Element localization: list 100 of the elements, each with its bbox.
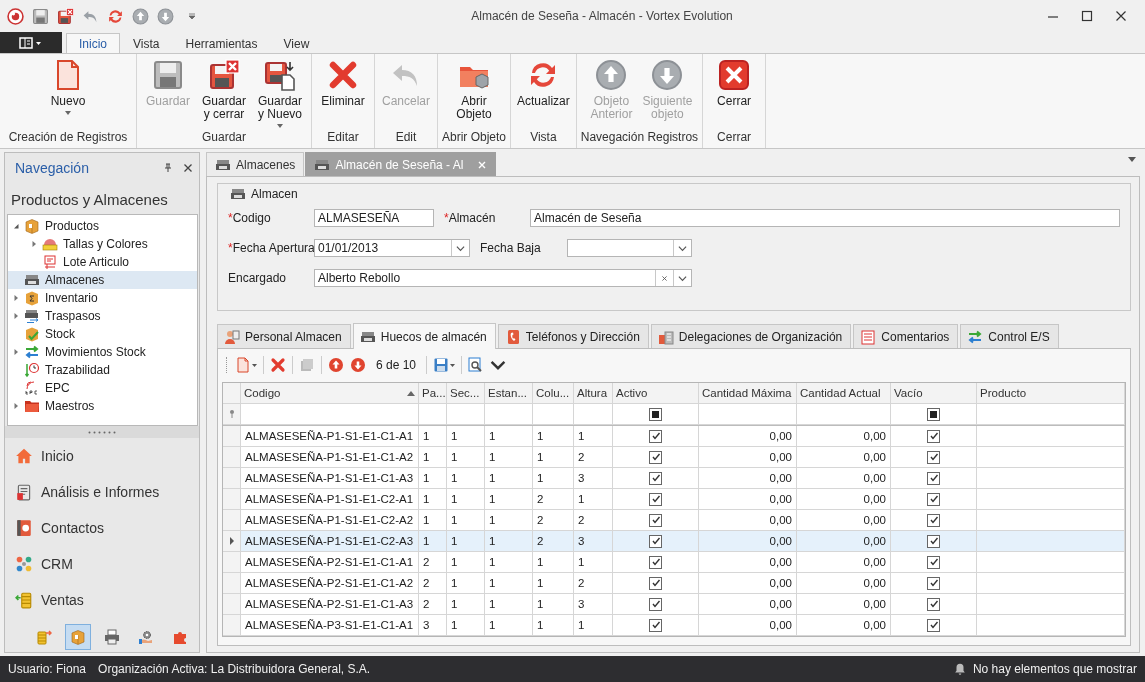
checkbox[interactable]: [649, 534, 662, 548]
checkbox[interactable]: [649, 555, 662, 569]
column-header[interactable]: Cantidad Máxima: [699, 383, 797, 404]
table-row[interactable]: ALMASESEÑA-P2-S1-E1-C1-A1 2 1 1 1 1 0,00 0,00: [223, 552, 1125, 573]
tree-item[interactable]: Traspasos: [8, 307, 197, 325]
column-header[interactable]: Cantidad Actual: [797, 383, 891, 404]
checkbox[interactable]: [649, 429, 662, 443]
checkbox[interactable]: [927, 471, 940, 485]
tree-item[interactable]: Stock: [8, 325, 197, 343]
column-header[interactable]: Estan...: [485, 383, 533, 404]
document-tab[interactable]: Almacenes: [206, 152, 305, 176]
filter-checkbox[interactable]: [927, 407, 940, 421]
module-button[interactable]: Inicio: [5, 438, 199, 474]
detail-tab[interactable]: Comentarios: [853, 324, 959, 348]
checkbox[interactable]: [649, 492, 662, 506]
tree-item[interactable]: Productos: [8, 217, 197, 235]
tree-item[interactable]: Tallas y Colores: [8, 235, 197, 253]
ribbon-button[interactable]: Abrir Objeto: [447, 54, 501, 130]
ribbon-button[interactable]: Cerrar: [707, 54, 762, 130]
filter-checkbox[interactable]: [649, 407, 662, 421]
refresh-icon[interactable]: [107, 7, 124, 25]
detail-tab[interactable]: Control E/S: [960, 324, 1059, 348]
filter-cell[interactable]: [699, 404, 797, 425]
column-header[interactable]: Vacío: [891, 383, 977, 404]
lookup-field[interactable]: Alberto Rebollo: [314, 269, 692, 287]
delete-icon[interactable]: [270, 357, 286, 373]
filter-cell[interactable]: [613, 404, 699, 425]
tree-item[interactable]: EPC: [8, 379, 197, 397]
ribbon-tab[interactable]: Herramientas: [172, 33, 271, 53]
column-header[interactable]: Sec...: [447, 383, 485, 404]
filter-cell[interactable]: [797, 404, 891, 425]
ribbon-tab[interactable]: Vista: [120, 33, 173, 53]
detail-tab[interactable]: Personal Almacen: [217, 324, 351, 348]
column-header[interactable]: Pa...: [419, 383, 447, 404]
checkbox[interactable]: [649, 471, 662, 485]
table-row[interactable]: ALMASESEÑA-P1-S1-E1-C2-A1 1 1 1 2 1 0,00 0,00: [223, 489, 1125, 510]
customize-caret-icon[interactable]: [188, 12, 196, 20]
text-field[interactable]: Almacén de Seseña: [530, 209, 1120, 227]
maximize-icon[interactable]: [1081, 10, 1093, 22]
table-row[interactable]: ALMASESEÑA-P1-S1-E1-C1-A3 1 1 1 1 3 0,00 0,00: [223, 468, 1125, 489]
expander-arrow-icon[interactable]: [12, 402, 20, 410]
bell-icon[interactable]: [952, 662, 967, 676]
checkbox[interactable]: [927, 597, 940, 611]
detail-tab[interactable]: Delegaciones de Organización: [650, 324, 852, 348]
checkbox[interactable]: [649, 597, 662, 611]
ribbon-tab[interactable]: View: [270, 33, 323, 53]
pin-icon[interactable]: [163, 163, 173, 173]
table-row[interactable]: ALMASESEÑA-P2-S1-E1-C1-A2 2 1 1 1 2 0,00 0,00: [223, 573, 1125, 594]
ribbon-button[interactable]: Guardar y cerrar: [197, 54, 251, 130]
table-row[interactable]: ALMASESEÑA-P1-S1-E1-C1-A1 1 1 1 1 1 0,00 0,00: [223, 426, 1125, 447]
ribbon-button[interactable]: Actualizar: [515, 54, 572, 130]
module-button[interactable]: Contactos: [5, 510, 199, 546]
tab-list-caret-icon[interactable]: [1128, 157, 1136, 162]
checkbox[interactable]: [927, 513, 940, 527]
table-row[interactable]: ALMASESEÑA-P2-S1-E1-C1-A3 2 1 1 1 3 0,00 0,00: [223, 594, 1125, 615]
tree-item[interactable]: Trazabilidad: [8, 361, 197, 379]
column-header[interactable]: Producto: [977, 383, 1125, 404]
filter-cell[interactable]: [241, 404, 419, 425]
checkbox[interactable]: [927, 534, 940, 548]
detail-tab[interactable]: Teléfonos y Dirección: [497, 324, 649, 348]
application-menu-button[interactable]: [0, 32, 62, 53]
column-header[interactable]: Colu...: [533, 383, 574, 404]
checkbox[interactable]: [927, 492, 940, 506]
detail-tab[interactable]: Huecos de almacén: [352, 323, 496, 349]
module-button[interactable]: CRM: [5, 546, 199, 582]
expander-arrow-icon[interactable]: [12, 348, 20, 356]
close-icon[interactable]: [1115, 10, 1127, 22]
filter-cell[interactable]: [485, 404, 533, 425]
filter-cell[interactable]: [891, 404, 977, 425]
ribbon-button[interactable]: Nuevo: [41, 54, 95, 130]
checkbox[interactable]: [927, 450, 940, 464]
text-field[interactable]: ALMASESEÑA: [314, 209, 434, 227]
checkbox[interactable]: [927, 576, 940, 590]
filter-cell[interactable]: [447, 404, 485, 425]
checkbox[interactable]: [927, 618, 940, 632]
column-header[interactable]: Altura: [574, 383, 613, 404]
ribbon-button[interactable]: Guardar y Nuevo: [253, 54, 307, 130]
tree-item[interactable]: Almacenes: [8, 271, 197, 289]
checkbox[interactable]: [927, 555, 940, 569]
column-header[interactable]: Activo: [613, 383, 699, 404]
tree-item[interactable]: Maestros: [8, 397, 197, 415]
column-header[interactable]: Codigo: [241, 383, 419, 404]
clear-icon[interactable]: [660, 274, 669, 282]
filter-cell[interactable]: [533, 404, 574, 425]
app-logo-icon[interactable]: [7, 7, 24, 25]
date-field[interactable]: 01/01/2013: [314, 239, 470, 257]
caret-icon[interactable]: [678, 274, 687, 282]
new-page-dropdown-icon[interactable]: [235, 357, 257, 373]
checkbox[interactable]: [649, 450, 662, 464]
table-row[interactable]: ALMASESEÑA-P1-S1-E1-C2-A3 1 1 1 2 3 0,00 0,00: [223, 531, 1125, 552]
save-dropdown-icon[interactable]: [433, 357, 456, 373]
filter-cell[interactable]: [574, 404, 613, 425]
expander-arrow-icon[interactable]: [12, 312, 20, 320]
filter-cell[interactable]: [977, 404, 1125, 425]
checkbox[interactable]: [649, 576, 662, 590]
splitter-grip-icon[interactable]: [87, 430, 117, 434]
checkbox[interactable]: [649, 513, 662, 527]
tree-item[interactable]: Lote Articulo: [8, 253, 197, 271]
expander-arrow-icon[interactable]: [12, 222, 20, 230]
checkbox[interactable]: [649, 618, 662, 632]
